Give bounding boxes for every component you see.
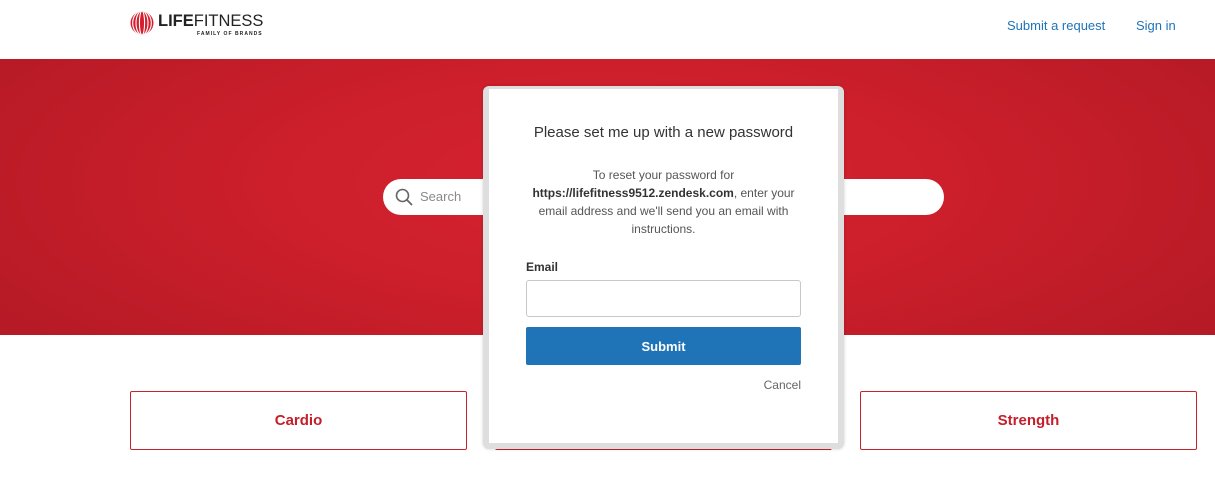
modal-title: Please set me up with a new password bbox=[533, 124, 794, 141]
logo-word-fitness: FITNESS bbox=[193, 12, 264, 30]
submit-button[interactable]: Submit bbox=[526, 327, 801, 365]
email-field[interactable] bbox=[526, 280, 801, 317]
sign-in-link[interactable]: Sign in bbox=[1136, 18, 1176, 34]
logo-word-life: LIFE bbox=[158, 12, 194, 30]
logo-icon bbox=[130, 11, 154, 35]
logo-wordmark: LIFEFITNESS bbox=[158, 11, 263, 31]
brand-logo[interactable]: LIFEFITNESS FAMILY OF BRANDS bbox=[130, 10, 270, 40]
search-input[interactable]: Search bbox=[420, 179, 461, 215]
logo-tagline: FAMILY OF BRANDS bbox=[197, 31, 263, 37]
category-label: Strength bbox=[997, 412, 1060, 429]
cancel-link[interactable]: Cancel bbox=[764, 378, 801, 392]
email-label: Email bbox=[526, 260, 559, 274]
category-card-cardio[interactable]: Cardio bbox=[130, 391, 467, 450]
password-reset-modal: Please set me up with a new password To … bbox=[489, 89, 838, 443]
reset-instructions: To reset your password for https://lifef… bbox=[526, 166, 801, 238]
category-label: Cardio bbox=[274, 412, 323, 429]
instructions-prefix: To reset your password for bbox=[592, 168, 735, 182]
submit-request-link[interactable]: Submit a request bbox=[1007, 18, 1105, 34]
search-icon bbox=[395, 188, 413, 206]
site-header: LIFEFITNESS FAMILY OF BRANDS Submit a re… bbox=[0, 0, 1215, 59]
help-center-url: https://lifefitness9512.zendesk.com bbox=[532, 186, 734, 200]
category-card-strength[interactable]: Strength bbox=[860, 391, 1197, 450]
